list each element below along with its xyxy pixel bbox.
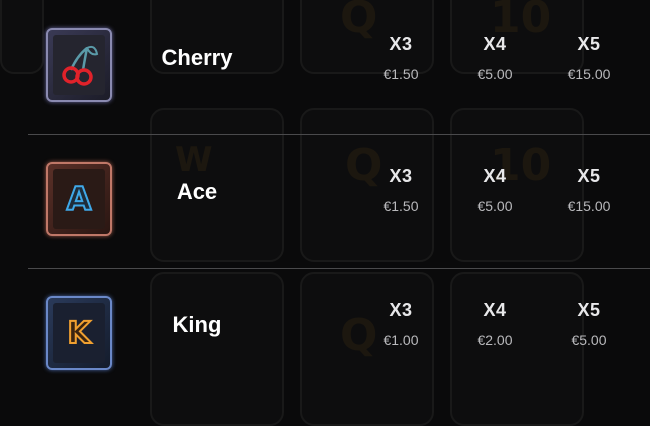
payout-amount: €2.00 [477, 332, 513, 348]
cherry-symbol-frame [46, 28, 112, 102]
symbol-name: Ace [176, 179, 218, 204]
multiplier-label: X4 [483, 166, 507, 186]
multiplier-label: X4 [483, 34, 507, 54]
king-icon: K [53, 303, 105, 363]
payout-x4: X4 €5.00 [455, 34, 535, 82]
king-symbol-frame: K [46, 296, 112, 370]
multiplier-label: X3 [389, 300, 413, 320]
multiplier-label: X4 [483, 300, 507, 320]
ace-letter: A [66, 179, 93, 219]
payout-amount: €5.00 [477, 66, 513, 82]
payout-amount: €1.50 [383, 198, 419, 214]
symbol-name: King [172, 312, 222, 337]
payout-x5: X5 €15.00 [549, 34, 629, 82]
paytable-row-king: K King X3 €1.00 X4 €2.00 X5 €5.00 [0, 268, 650, 401]
payout-x4: X4 €5.00 [455, 166, 535, 214]
multiplier-label: X3 [389, 34, 413, 54]
payout-amount: €5.00 [571, 332, 607, 348]
paytable-row-cherry: Cherry X3 €1.50 X4 €5.00 X5 €15.00 [0, 0, 650, 133]
payout-amount: €5.00 [477, 198, 513, 214]
payout-x3: X3 €1.00 [361, 300, 441, 348]
payout-amount: €1.00 [383, 332, 419, 348]
payout-amount: €15.00 [567, 66, 611, 82]
payout-x3: X3 €1.50 [361, 34, 441, 82]
king-letter: K [66, 315, 91, 352]
symbol-name: Cherry [161, 45, 233, 70]
multiplier-label: X5 [577, 166, 601, 186]
cherry-icon [53, 35, 105, 95]
payout-x5: X5 €15.00 [549, 166, 629, 214]
multiplier-label: X5 [577, 34, 601, 54]
payout-x4: X4 €2.00 [455, 300, 535, 348]
payout-x3: X3 €1.50 [361, 166, 441, 214]
multiplier-label: X5 [577, 300, 601, 320]
paytable-row-ace: A Ace X3 €1.50 X4 €5.00 X5 €15.00 [0, 134, 650, 267]
ace-icon: A [53, 169, 105, 229]
payout-amount: €15.00 [567, 198, 611, 214]
payout-x5: X5 €5.00 [549, 300, 629, 348]
payout-amount: €1.50 [383, 66, 419, 82]
ace-symbol-frame: A [46, 162, 112, 236]
multiplier-label: X3 [389, 166, 413, 186]
